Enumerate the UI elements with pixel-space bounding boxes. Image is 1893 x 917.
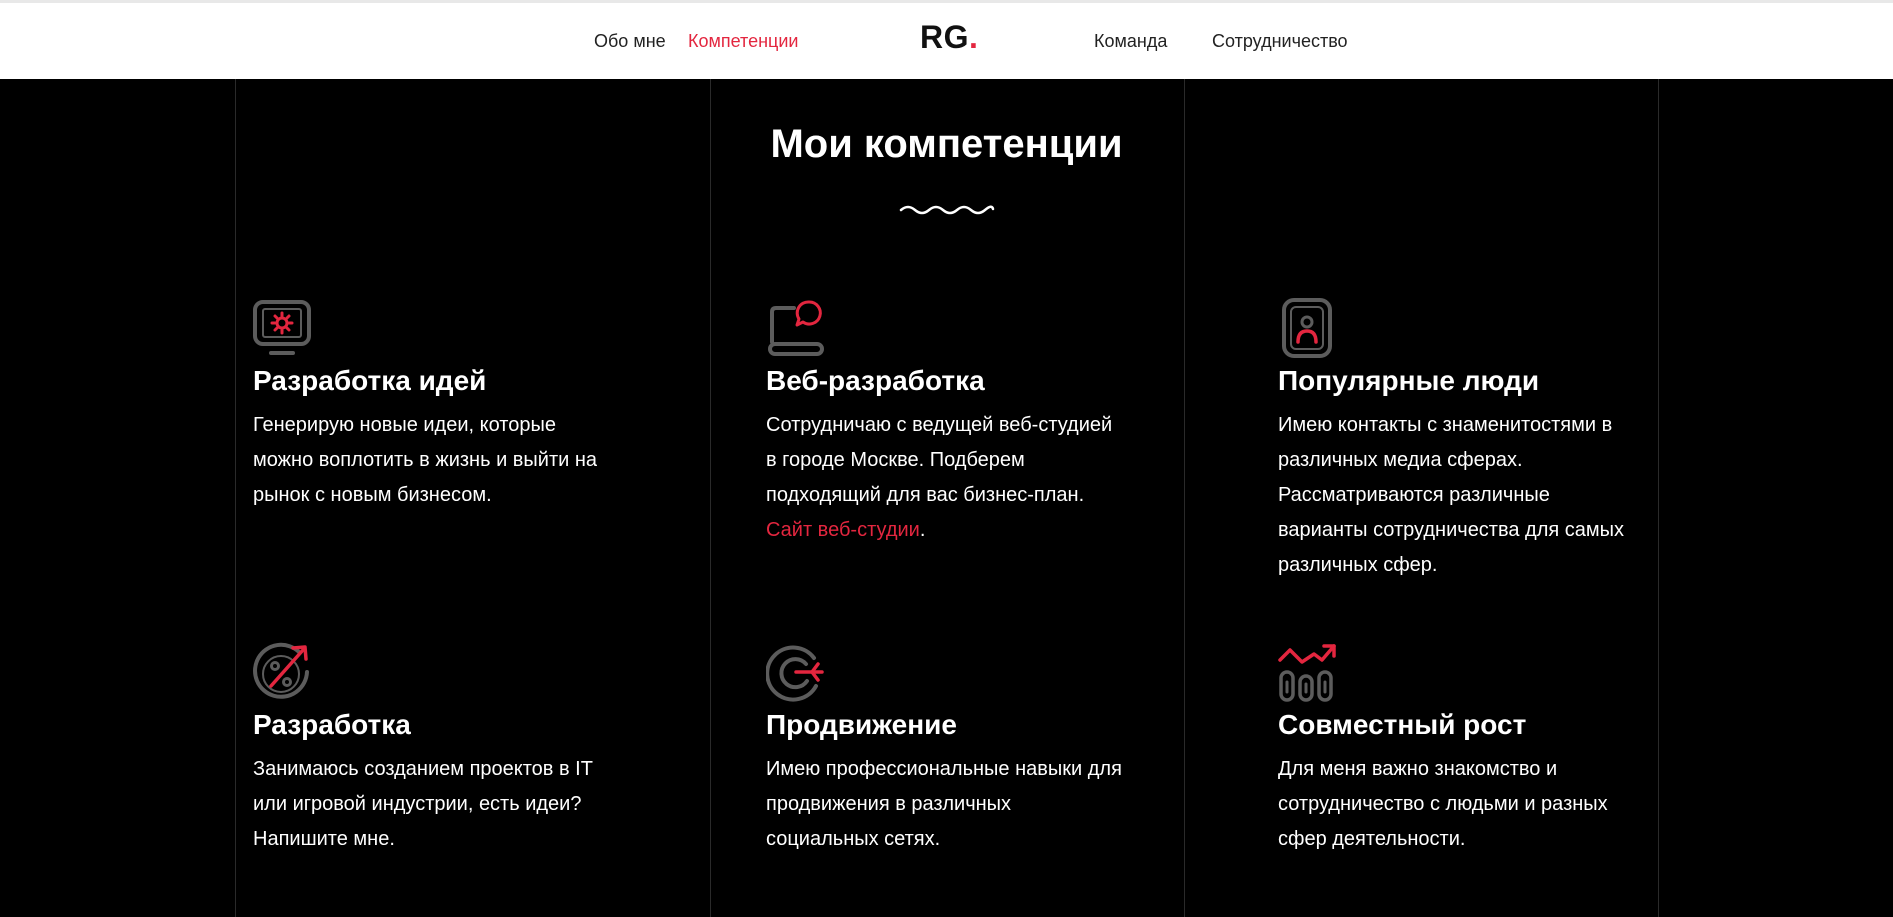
card-text-line: продвижения в различных bbox=[766, 793, 1012, 815]
link-suffix: . bbox=[919, 519, 926, 541]
competency-card-promotion: Продвижение Имею профессиональные навыки… bbox=[766, 642, 1146, 857]
card-text-line: в городе Москве. Подберем bbox=[766, 449, 1025, 471]
card-text-line: различных сфер. bbox=[1278, 554, 1438, 576]
card-text-line: подходящий для вас бизнес-план. bbox=[766, 484, 1085, 506]
competency-card-growth: Совместный рост Для меня важно знакомств… bbox=[1278, 642, 1658, 857]
monitor-gear-icon bbox=[253, 300, 311, 355]
percent-arrow-icon bbox=[253, 642, 309, 699]
card-text-line: можно воплотить в жизнь и выйти на bbox=[253, 449, 598, 471]
logo[interactable]: RG. bbox=[920, 19, 978, 56]
card-text: Имею профессиональные навыки для продвиж… bbox=[766, 752, 1146, 857]
competency-card-people: Популярные люди Имею контакты с знаменит… bbox=[1278, 298, 1658, 583]
laptop-chat-icon bbox=[768, 300, 824, 356]
card-text-line: Имею контакты с знаменитостями в bbox=[1278, 414, 1613, 436]
nav-team[interactable]: Команда bbox=[1094, 31, 1167, 52]
target-arrow-icon bbox=[766, 645, 824, 702]
column-divider bbox=[235, 79, 236, 917]
header: Обо мне Компетенции RG. Команда Сотрудни… bbox=[0, 3, 1893, 79]
column-divider bbox=[710, 79, 711, 917]
card-text-line: варианты сотрудничества для самых bbox=[1278, 519, 1625, 541]
nav-about[interactable]: Обо мне bbox=[594, 31, 666, 52]
growth-chart-icon bbox=[1278, 644, 1336, 702]
card-text: Сотрудничаю с ведущей веб-студией в горо… bbox=[766, 408, 1146, 548]
card-text: Для меня важно знакомство и сотрудничест… bbox=[1278, 752, 1658, 857]
card-text-line: сфер деятельности. bbox=[1278, 828, 1466, 850]
wave-divider bbox=[899, 205, 995, 215]
nav-cooperation[interactable]: Сотрудничество bbox=[1212, 31, 1348, 52]
card-text-line: Генерирую новые идеи, которые bbox=[253, 414, 556, 436]
card-title: Продвижение bbox=[766, 709, 957, 740]
section-title: Мои компетенции bbox=[770, 122, 1123, 166]
competency-card-idea: Разработка идей Генерирую новые идеи, ко… bbox=[253, 298, 633, 513]
card-text-line: различных медиа сферах. bbox=[1278, 449, 1523, 471]
card-text: Занимаюсь созданием проектов в IT или иг… bbox=[253, 752, 633, 857]
card-text-line: Занимаюсь созданием проектов в IT bbox=[253, 758, 593, 780]
column-divider bbox=[1184, 79, 1185, 917]
card-text-line: рынок с новым бизнесом. bbox=[253, 484, 492, 506]
column-divider bbox=[1658, 79, 1659, 917]
card-title: Разработка bbox=[253, 709, 411, 740]
phone-person-icon bbox=[1282, 298, 1332, 358]
competency-card-development: Разработка Занимаюсь созданием проектов … bbox=[253, 642, 633, 857]
card-text-line: Рассматриваются различные bbox=[1278, 484, 1550, 506]
card-text-line: Для меня важно знакомство и bbox=[1278, 758, 1558, 780]
web-studio-link[interactable]: Сайт веб-студии bbox=[766, 519, 920, 541]
logo-text: RG bbox=[920, 19, 969, 55]
card-text-line: социальных сетях. bbox=[766, 828, 941, 850]
card-title: Совместный рост bbox=[1278, 709, 1527, 740]
card-text: Имею контакты с знаменитостями в различн… bbox=[1278, 408, 1658, 583]
logo-dot: . bbox=[969, 19, 979, 55]
card-text-line: или игровой индустрии, есть идеи? bbox=[253, 793, 582, 815]
competency-card-web: Веб-разработка Сотрудничаю с ведущей веб… bbox=[766, 298, 1146, 548]
card-title: Веб-разработка bbox=[766, 365, 985, 396]
nav-competencies[interactable]: Компетенции bbox=[688, 31, 798, 52]
card-title: Разработка идей bbox=[253, 365, 487, 396]
card-text-line: Сотрудничаю с ведущей веб-студией bbox=[766, 414, 1113, 436]
card-title: Популярные люди bbox=[1278, 365, 1540, 396]
card-text-line: Напишите мне. bbox=[253, 828, 395, 850]
card-text: Генерирую новые идеи, которые можно вопл… bbox=[253, 408, 633, 513]
card-text-line: Имею профессиональные навыки для bbox=[766, 758, 1122, 780]
card-text-line: сотрудничество с людьми и разных bbox=[1278, 793, 1608, 815]
